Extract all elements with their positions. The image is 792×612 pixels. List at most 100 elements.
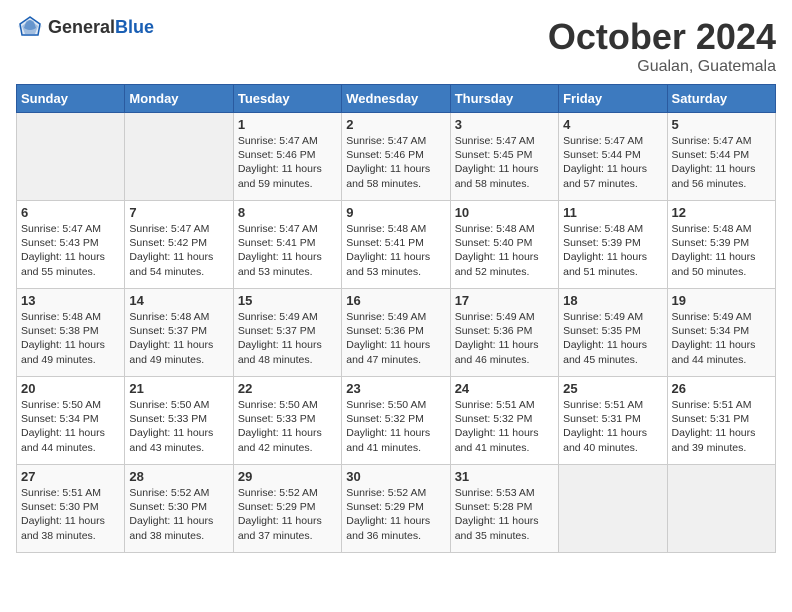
calendar-header: SundayMondayTuesdayWednesdayThursdayFrid… <box>17 85 776 113</box>
day-info: Sunrise: 5:50 AMSunset: 5:32 PMDaylight:… <box>346 398 445 455</box>
day-number: 28 <box>129 469 228 484</box>
day-number: 24 <box>455 381 554 396</box>
calendar-week-row: 6 Sunrise: 5:47 AMSunset: 5:43 PMDaylight… <box>17 201 776 289</box>
calendar-cell: 2Sunrise: 5:47 AMSunset: 5:46 PMDaylight… <box>342 113 450 201</box>
day-info: Sunrise: 5:48 AMSunset: 5:40 PMDaylight:… <box>455 222 554 279</box>
calendar-week-row: 1 Sunrise: 5:47 AMSunset: 5:46 PMDaylight… <box>17 113 776 201</box>
location-title: Gualan, Guatemala <box>548 58 776 76</box>
day-info: Sunrise: 5:49 AMSunset: 5:36 PMDaylight:… <box>455 310 554 367</box>
day-number: 13 <box>21 293 120 308</box>
day-info: Sunrise: 5:49 AMSunset: 5:36 PMDaylight:… <box>346 310 445 367</box>
day-info: Sunrise: 5:47 AMSunset: 5:45 PMDaylight:… <box>455 134 554 191</box>
calendar-cell: 4 Sunrise: 5:47 AMSunset: 5:44 PMDaylight… <box>559 113 667 201</box>
calendar-week-row: 20 Sunrise: 5:50 AMSunset: 5:34 PMDayligh… <box>17 377 776 465</box>
day-number: 5 <box>672 117 771 132</box>
calendar-cell: 24 Sunrise: 5:51 AMSunset: 5:32 PMDayligh… <box>450 377 558 465</box>
calendar-cell <box>667 465 775 553</box>
calendar-cell: 28 Sunrise: 5:52 AMSunset: 5:30 PMDayligh… <box>125 465 233 553</box>
day-info: Sunrise: 5:51 AMSunset: 5:31 PMDaylight:… <box>563 398 662 455</box>
day-info: Sunrise: 5:50 AMSunset: 5:34 PMDaylight:… <box>21 398 120 455</box>
calendar-cell: 9 Sunrise: 5:48 AMSunset: 5:41 PMDaylight… <box>342 201 450 289</box>
calendar-cell: 6 Sunrise: 5:47 AMSunset: 5:43 PMDaylight… <box>17 201 125 289</box>
day-number: 30 <box>346 469 445 484</box>
logo-text: GeneralBlue <box>48 17 154 38</box>
month-title: October 2024 <box>548 16 776 58</box>
calendar-cell: 21 Sunrise: 5:50 AMSunset: 5:33 PMDayligh… <box>125 377 233 465</box>
day-number: 25 <box>563 381 662 396</box>
day-number: 29 <box>238 469 337 484</box>
day-number: 20 <box>21 381 120 396</box>
calendar-cell: 31 Sunrise: 5:53 AMSunset: 5:28 PMDayligh… <box>450 465 558 553</box>
day-number: 19 <box>672 293 771 308</box>
day-number: 27 <box>21 469 120 484</box>
calendar-cell: 15 Sunrise: 5:49 AMSunset: 5:37 PMDayligh… <box>233 289 341 377</box>
calendar-cell <box>125 113 233 201</box>
day-number: 6 <box>21 205 120 220</box>
day-info: Sunrise: 5:49 AMSunset: 5:34 PMDaylight:… <box>672 310 771 367</box>
logo-icon <box>16 16 44 38</box>
calendar-week-row: 13 Sunrise: 5:48 AMSunset: 5:38 PMDayligh… <box>17 289 776 377</box>
day-number: 26 <box>672 381 771 396</box>
calendar-cell: 7Sunrise: 5:47 AMSunset: 5:42 PMDaylight… <box>125 201 233 289</box>
day-number: 31 <box>455 469 554 484</box>
day-info: Sunrise: 5:47 AMSunset: 5:41 PMDaylight:… <box>238 222 337 279</box>
day-number: 8 <box>238 205 337 220</box>
day-info: Sunrise: 5:47 AMSunset: 5:43 PMDaylight:… <box>21 222 120 279</box>
logo-general: General <box>48 17 115 37</box>
calendar-cell: 10 Sunrise: 5:48 AMSunset: 5:40 PMDayligh… <box>450 201 558 289</box>
calendar-cell: 16 Sunrise: 5:49 AMSunset: 5:36 PMDayligh… <box>342 289 450 377</box>
day-number: 10 <box>455 205 554 220</box>
day-info: Sunrise: 5:48 AMSunset: 5:41 PMDaylight:… <box>346 222 445 279</box>
calendar-cell: 13 Sunrise: 5:48 AMSunset: 5:38 PMDayligh… <box>17 289 125 377</box>
calendar-cell: 8 Sunrise: 5:47 AMSunset: 5:41 PMDaylight… <box>233 201 341 289</box>
day-number: 2 <box>346 117 445 132</box>
calendar-cell: 29 Sunrise: 5:52 AMSunset: 5:29 PMDayligh… <box>233 465 341 553</box>
weekday-header: Friday <box>559 85 667 113</box>
day-info: Sunrise: 5:49 AMSunset: 5:37 PMDaylight:… <box>238 310 337 367</box>
day-info: Sunrise: 5:52 AMSunset: 5:29 PMDaylight:… <box>238 486 337 543</box>
calendar-cell: 30Sunrise: 5:52 AMSunset: 5:29 PMDayligh… <box>342 465 450 553</box>
day-info: Sunrise: 5:47 AMSunset: 5:44 PMDaylight:… <box>672 134 771 191</box>
day-number: 4 <box>563 117 662 132</box>
day-number: 15 <box>238 293 337 308</box>
calendar-cell: 5 Sunrise: 5:47 AMSunset: 5:44 PMDaylight… <box>667 113 775 201</box>
day-info: Sunrise: 5:51 AMSunset: 5:31 PMDaylight:… <box>672 398 771 455</box>
title-area: October 2024 Gualan, Guatemala <box>548 16 776 76</box>
weekday-header: Monday <box>125 85 233 113</box>
day-number: 23 <box>346 381 445 396</box>
day-info: Sunrise: 5:47 AMSunset: 5:44 PMDaylight:… <box>563 134 662 191</box>
day-number: 3 <box>455 117 554 132</box>
day-info: Sunrise: 5:53 AMSunset: 5:28 PMDaylight:… <box>455 486 554 543</box>
day-info: Sunrise: 5:48 AMSunset: 5:39 PMDaylight:… <box>563 222 662 279</box>
calendar-cell: 19 Sunrise: 5:49 AMSunset: 5:34 PMDayligh… <box>667 289 775 377</box>
day-info: Sunrise: 5:48 AMSunset: 5:39 PMDaylight:… <box>672 222 771 279</box>
calendar-cell: 18 Sunrise: 5:49 AMSunset: 5:35 PMDayligh… <box>559 289 667 377</box>
day-info: Sunrise: 5:52 AMSunset: 5:30 PMDaylight:… <box>129 486 228 543</box>
calendar-cell: 22Sunrise: 5:50 AMSunset: 5:33 PMDayligh… <box>233 377 341 465</box>
calendar-cell: 23 Sunrise: 5:50 AMSunset: 5:32 PMDayligh… <box>342 377 450 465</box>
calendar-cell: 3 Sunrise: 5:47 AMSunset: 5:45 PMDaylight… <box>450 113 558 201</box>
day-number: 21 <box>129 381 228 396</box>
day-info: Sunrise: 5:48 AMSunset: 5:37 PMDaylight:… <box>129 310 228 367</box>
calendar-cell: 1 Sunrise: 5:47 AMSunset: 5:46 PMDaylight… <box>233 113 341 201</box>
weekday-header: Wednesday <box>342 85 450 113</box>
weekday-row: SundayMondayTuesdayWednesdayThursdayFrid… <box>17 85 776 113</box>
calendar-cell <box>17 113 125 201</box>
day-number: 9 <box>346 205 445 220</box>
day-info: Sunrise: 5:48 AMSunset: 5:38 PMDaylight:… <box>21 310 120 367</box>
calendar-cell <box>559 465 667 553</box>
day-number: 16 <box>346 293 445 308</box>
day-info: Sunrise: 5:49 AMSunset: 5:35 PMDaylight:… <box>563 310 662 367</box>
day-info: Sunrise: 5:50 AMSunset: 5:33 PMDaylight:… <box>238 398 337 455</box>
calendar-cell: 17Sunrise: 5:49 AMSunset: 5:36 PMDayligh… <box>450 289 558 377</box>
day-number: 7 <box>129 205 228 220</box>
calendar-table: SundayMondayTuesdayWednesdayThursdayFrid… <box>16 84 776 553</box>
day-number: 14 <box>129 293 228 308</box>
day-number: 1 <box>238 117 337 132</box>
day-info: Sunrise: 5:51 AMSunset: 5:32 PMDaylight:… <box>455 398 554 455</box>
weekday-header: Thursday <box>450 85 558 113</box>
day-number: 18 <box>563 293 662 308</box>
day-info: Sunrise: 5:47 AMSunset: 5:46 PMDaylight:… <box>238 134 337 191</box>
day-info: Sunrise: 5:50 AMSunset: 5:33 PMDaylight:… <box>129 398 228 455</box>
calendar-cell: 26 Sunrise: 5:51 AMSunset: 5:31 PMDayligh… <box>667 377 775 465</box>
